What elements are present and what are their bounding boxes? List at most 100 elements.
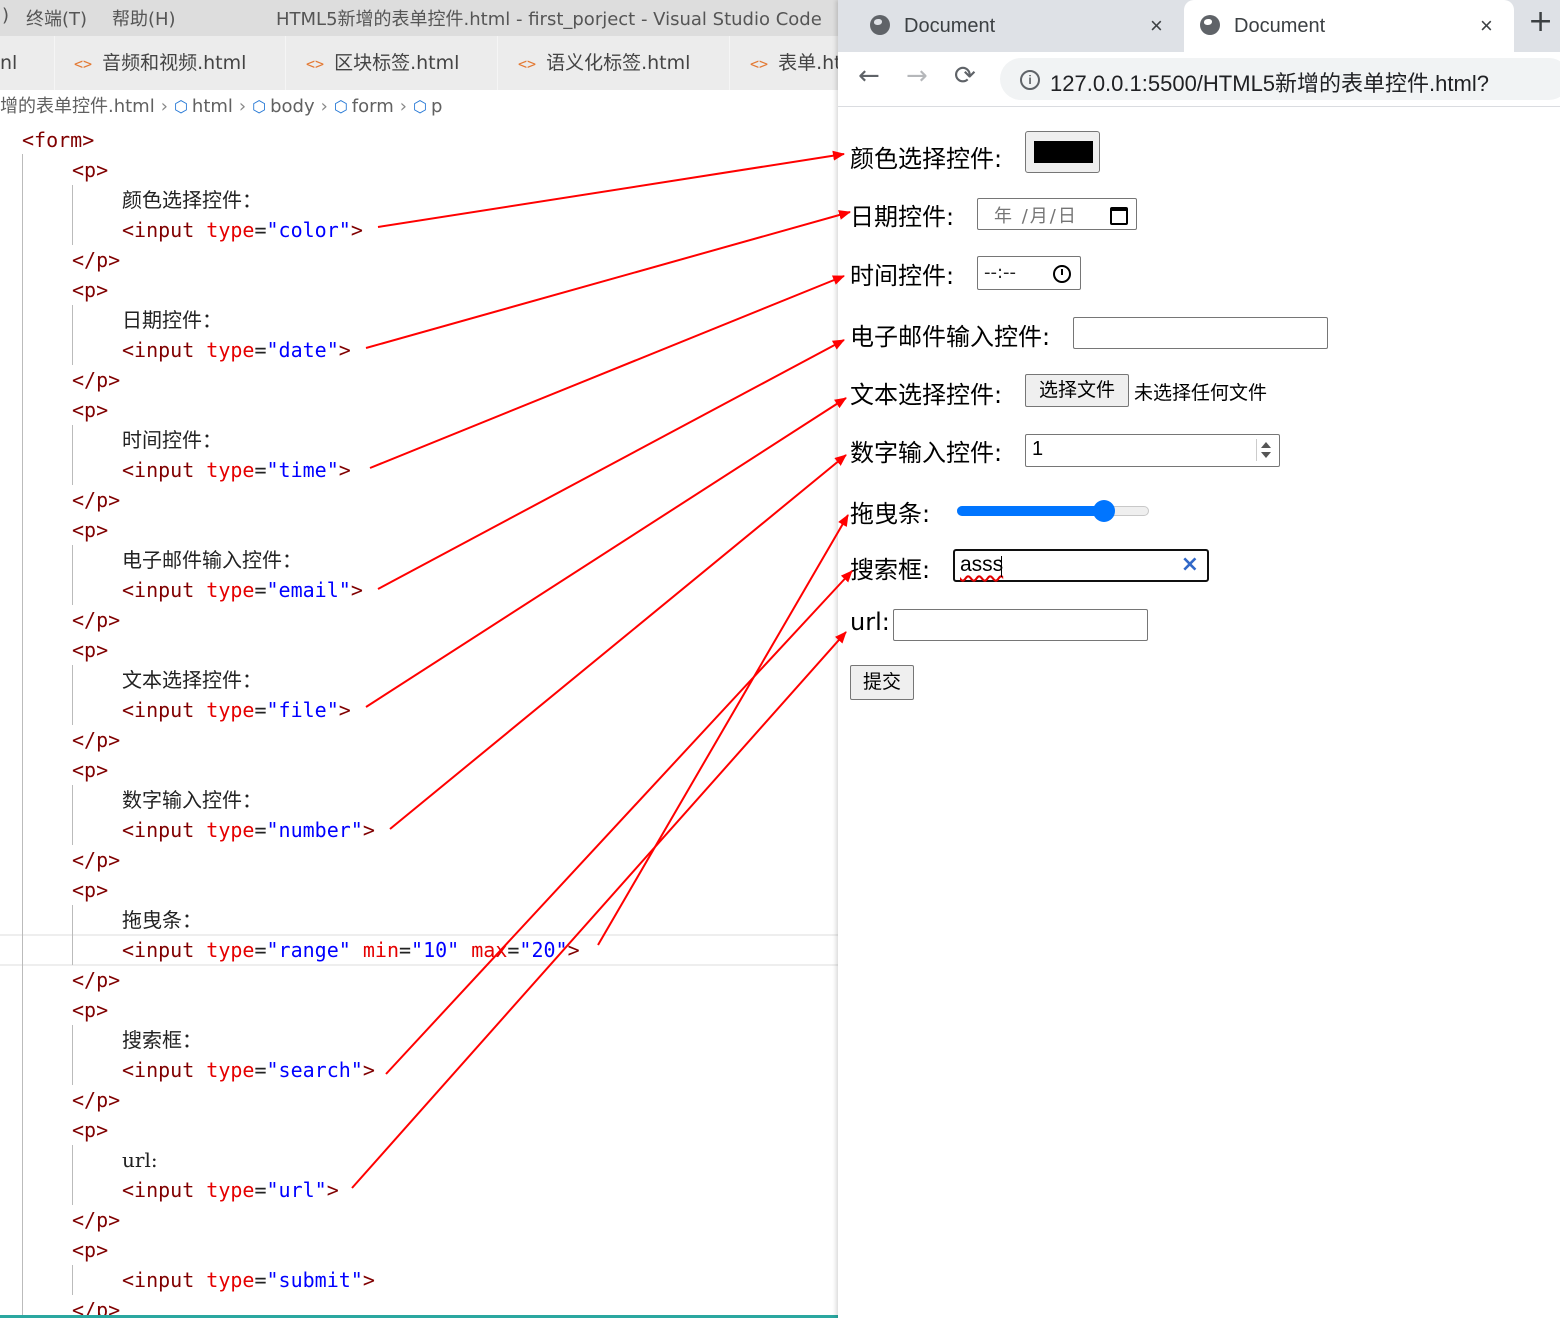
code-tag: <p>: [72, 878, 109, 902]
choose-file-button[interactable]: 选择文件: [1025, 374, 1129, 407]
slider-fill: [957, 506, 1104, 516]
editor-tab[interactable]: <> 语义化标签.html: [498, 36, 730, 90]
code-line-p-open: <p>: [72, 635, 108, 665]
forward-arrow-icon[interactable]: →: [906, 61, 928, 91]
code-text: 时间控件：: [122, 428, 222, 452]
code-tag: <input: [122, 338, 207, 362]
code-text: 数字输入控件：: [122, 788, 262, 812]
editor-tab[interactable]: nl: [0, 36, 55, 90]
code-attr: type: [206, 1058, 255, 1082]
code-attr: max: [471, 938, 508, 962]
slider-thumb[interactable]: [1093, 500, 1115, 522]
clear-icon[interactable]: ×: [1181, 552, 1199, 577]
chevron-right-icon: ›: [238, 96, 247, 117]
html-file-icon: <>: [74, 55, 93, 73]
code-tag: >: [362, 818, 375, 842]
code-attr: min: [362, 938, 399, 962]
code-tag: <input: [122, 938, 207, 962]
range-slider[interactable]: [957, 499, 1149, 523]
close-icon[interactable]: ×: [1150, 0, 1163, 52]
email-input[interactable]: [1073, 317, 1328, 349]
code-line-label: 数字输入控件：: [122, 785, 262, 815]
editor-titlebar: ) 终端(T) 帮助(H) HTML5新增的表单控件.html - first_…: [0, 0, 838, 36]
tab-label: 语义化标签.html: [546, 52, 691, 74]
close-icon[interactable]: ×: [1480, 0, 1493, 52]
clock-icon[interactable]: [1053, 265, 1071, 283]
code-tag: <input: [122, 698, 207, 722]
code-tag: >: [338, 698, 351, 722]
number-input[interactable]: 1: [1025, 434, 1280, 467]
code-line-p-open: <p>: [72, 275, 108, 305]
editor-tab-bar: nl <> 音频和视频.html <> 区块标签.html <> 语义化标签.html…: [0, 36, 838, 90]
editor-tab[interactable]: <> 表单.ht: [730, 36, 838, 90]
code-eq: =: [254, 458, 267, 482]
address-bar[interactable]: i 127.0.0.1:5500/HTML5新增的表单控件.html?: [1000, 58, 1560, 100]
menu-terminal[interactable]: 终端(T): [26, 5, 87, 31]
calendar-icon[interactable]: [1110, 207, 1128, 225]
spinner-icon[interactable]: [1256, 439, 1273, 461]
editor-tab[interactable]: <> 区块标签.html: [286, 36, 498, 90]
code-line-form-open: <form>: [22, 125, 94, 155]
breadcrumb-file[interactable]: 增的表单控件.html: [0, 96, 155, 117]
code-text: 文本选择控件：: [122, 668, 262, 692]
info-icon[interactable]: i: [1020, 70, 1040, 90]
chevron-right-icon: ›: [320, 96, 328, 117]
code-attr: type: [206, 698, 255, 722]
code-eq: =: [398, 938, 412, 962]
code-tag: </p>: [72, 1208, 121, 1232]
tab-label: nl: [0, 52, 18, 74]
code-tag: <p>: [72, 758, 109, 782]
code-tag: </p>: [72, 968, 121, 992]
new-tab-button[interactable]: +: [1528, 4, 1553, 39]
code-line-p-open: <p>: [72, 1235, 108, 1265]
code-line-p-open: <p>: [72, 1115, 108, 1145]
code-tag: </p>: [72, 368, 121, 392]
indent-guide: [72, 905, 73, 965]
code-tag: <p>: [72, 158, 109, 182]
breadcrumb-item[interactable]: body: [270, 96, 315, 117]
code-line-p-open: <p>: [72, 995, 108, 1025]
breadcrumb-item[interactable]: p: [431, 96, 442, 117]
reload-icon[interactable]: ⟳: [954, 61, 976, 91]
code-tag: </p>: [72, 248, 121, 272]
date-input[interactable]: 年 /月/日: [977, 198, 1137, 230]
code-line-input: <input type="search">: [122, 1055, 375, 1085]
code-value: "search": [266, 1058, 363, 1082]
globe-icon: [1200, 15, 1220, 35]
url-input[interactable]: [893, 609, 1148, 641]
code-area[interactable]: <form> <p> 颜色选择控件： <input type="color"> </p>…: [0, 124, 838, 1318]
submit-button[interactable]: 提交: [850, 665, 914, 700]
code-attr: type: [206, 1268, 255, 1292]
code-line-p-close: </p>: [72, 725, 120, 755]
code-tag: >: [350, 218, 363, 242]
indent-guide: [72, 1025, 73, 1085]
time-input[interactable]: --:--: [977, 256, 1081, 290]
indent-guide: [72, 425, 73, 485]
code-tag: <input: [122, 818, 207, 842]
breadcrumb-item[interactable]: html: [192, 96, 233, 117]
number-value: 1: [1032, 438, 1044, 460]
editor-tab[interactable]: <> 音频和视频.html: [54, 36, 286, 90]
menu-help[interactable]: 帮助(H): [112, 5, 176, 31]
code-line-p-open: <p>: [72, 395, 108, 425]
code-tag: <p>: [72, 278, 109, 302]
tab-label: 区块标签.html: [334, 52, 460, 74]
breadcrumb-item[interactable]: form: [352, 96, 394, 117]
number-label: 数字输入控件:: [850, 439, 1003, 467]
back-arrow-icon[interactable]: ←: [858, 61, 880, 91]
code-tag: <input: [122, 218, 207, 242]
color-picker-input[interactable]: [1025, 131, 1100, 173]
date-label: 日期控件:: [850, 203, 955, 231]
code-line-p-close: </p>: [72, 1085, 120, 1115]
browser-tab[interactable]: Document ×: [854, 0, 1184, 52]
code-tag: </p>: [72, 848, 121, 872]
code-line-label: 文本选择控件：: [122, 665, 262, 695]
code-eq: =: [507, 938, 520, 962]
code-line-p-open: <p>: [72, 155, 108, 185]
search-input[interactable]: asss ×: [953, 549, 1209, 582]
code-tag: >: [362, 1268, 375, 1292]
code-line-label: 拖曳条：: [122, 905, 202, 935]
browser-tab-active[interactable]: Document ×: [1184, 0, 1514, 52]
indent-guide: [72, 545, 73, 605]
code-tag: <p>: [72, 1118, 109, 1142]
